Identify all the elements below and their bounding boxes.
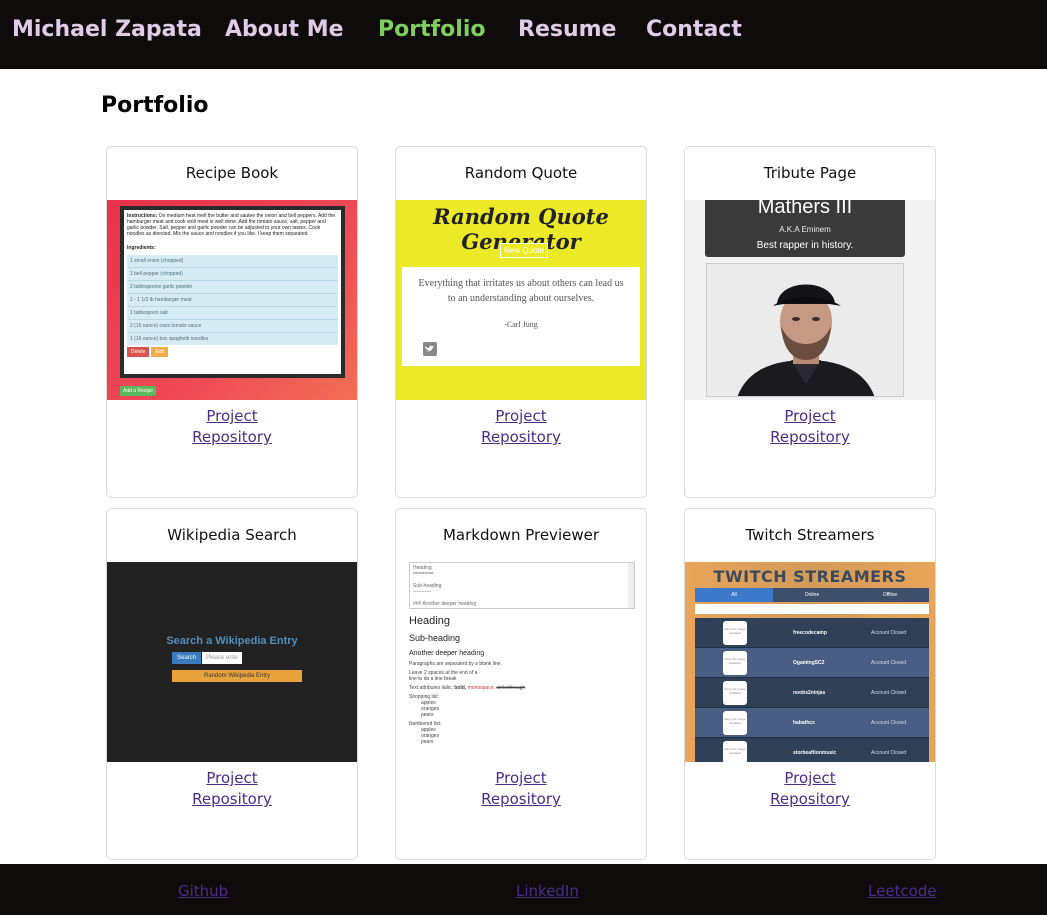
page-title: Portfolio <box>101 93 209 118</box>
stream-row: Sorry No Image Available habathcx Accoun… <box>695 708 929 738</box>
footer-leetcode-link[interactable]: Leetcode <box>868 882 937 900</box>
footer: Github LinkedIn Leetcode <box>0 864 1047 915</box>
card-title: Random Quote <box>464 164 578 182</box>
footer-github-link[interactable]: Github <box>178 882 228 900</box>
brand-link[interactable]: Michael Zapata <box>12 17 202 42</box>
project-thumbnail[interactable]: Heading ======= Sub-heading ----------- … <box>396 562 646 762</box>
stream-logo: Sorry No Image Available <box>723 651 747 675</box>
nav-about-me[interactable]: About Me <box>225 17 344 42</box>
nav-resume[interactable]: Resume <box>518 17 616 42</box>
tab-online: Online <box>773 588 851 602</box>
project-card-markdown-previewer: Markdown Previewer Heading ======= Sub-h… <box>395 508 647 860</box>
nav-contact[interactable]: Contact <box>646 17 742 42</box>
tab-all: All <box>695 588 773 602</box>
card-title: Tribute Page <box>763 164 857 182</box>
search-button: Search <box>172 652 202 664</box>
project-card-tribute-page: Tribute Page Mathers III A.K.A Eminem Be… <box>684 146 936 498</box>
project-card-recipe-book: Recipe Book Instructions: On medium heat… <box>106 146 358 498</box>
edit-button: Edit <box>151 347 169 357</box>
repository-link[interactable]: Repository <box>396 427 646 448</box>
card-title: Wikipedia Search <box>167 526 297 544</box>
project-link[interactable]: Project <box>396 768 646 789</box>
stream-logo: Sorry No Image Available <box>723 621 747 645</box>
project-card-twitch-streamers: Twitch Streamers TWITCH STREAMERS All On… <box>684 508 936 860</box>
portrait-image <box>706 263 904 397</box>
repository-link[interactable]: Repository <box>396 789 646 810</box>
footer-linkedin-link[interactable]: LinkedIn <box>516 882 579 900</box>
project-link[interactable]: Project <box>396 406 646 427</box>
tab-offline: Offline <box>851 588 929 602</box>
stream-logo: Sorry No Image Available <box>723 711 747 735</box>
project-thumbnail[interactable]: Mathers III A.K.A Eminem Best rapper in … <box>685 200 935 400</box>
card-title: Twitch Streamers <box>745 526 875 544</box>
project-thumbnail[interactable]: Instructions: On medium heat melt the bu… <box>107 200 357 400</box>
stream-row: Sorry No Image Available OgamingSC2 Acco… <box>695 648 929 678</box>
project-thumbnail[interactable]: TWITCH STREAMERS All Online Offline Sorr… <box>685 562 935 762</box>
random-entry-button: Random Wikipedia Entry <box>172 670 302 682</box>
delete-button: Delete <box>127 347 150 357</box>
search-input: Please ente <box>202 652 242 664</box>
markdown-editor: Heading ======= Sub-heading ----------- … <box>409 562 635 609</box>
repository-link[interactable]: Repository <box>685 427 935 448</box>
stream-logo: Sorry No Image Available <box>723 681 747 705</box>
project-card-random-quote: Random Quote Random Quote Generator New … <box>395 146 647 498</box>
project-card-wikipedia-search: Wikipedia Search Search a Wikipedia Entr… <box>106 508 358 860</box>
add-recipe-button: Add a Recipe <box>120 386 157 396</box>
repository-link[interactable]: Repository <box>107 789 357 810</box>
project-link[interactable]: Project <box>107 768 357 789</box>
card-title: Recipe Book <box>185 164 279 182</box>
project-thumbnail[interactable]: Random Quote Generator New Quote Everyth… <box>396 200 646 400</box>
stream-row: Sorry No Image Available storbeaftionmus… <box>695 738 929 762</box>
new-quote-button: New Quote <box>500 243 549 258</box>
repository-link[interactable]: Repository <box>685 789 935 810</box>
project-link[interactable]: Project <box>685 768 935 789</box>
nav-portfolio[interactable]: Portfolio <box>378 17 486 42</box>
stream-row: Sorry No Image Available freecodecamp Ac… <box>695 618 929 648</box>
stream-row: Sorry No Image Available noobs2ninjas Ac… <box>695 678 929 708</box>
project-link[interactable]: Project <box>685 406 935 427</box>
twitter-icon <box>423 342 437 356</box>
project-link[interactable]: Project <box>107 406 357 427</box>
stream-logo: Sorry No Image Available <box>723 741 747 762</box>
project-thumbnail[interactable]: Search a Wikipedia Entry Search Please e… <box>107 562 357 762</box>
card-title: Markdown Previewer <box>442 526 599 544</box>
top-nav: Michael Zapata About Me Portfolio Resume… <box>0 0 1047 69</box>
repository-link[interactable]: Repository <box>107 427 357 448</box>
